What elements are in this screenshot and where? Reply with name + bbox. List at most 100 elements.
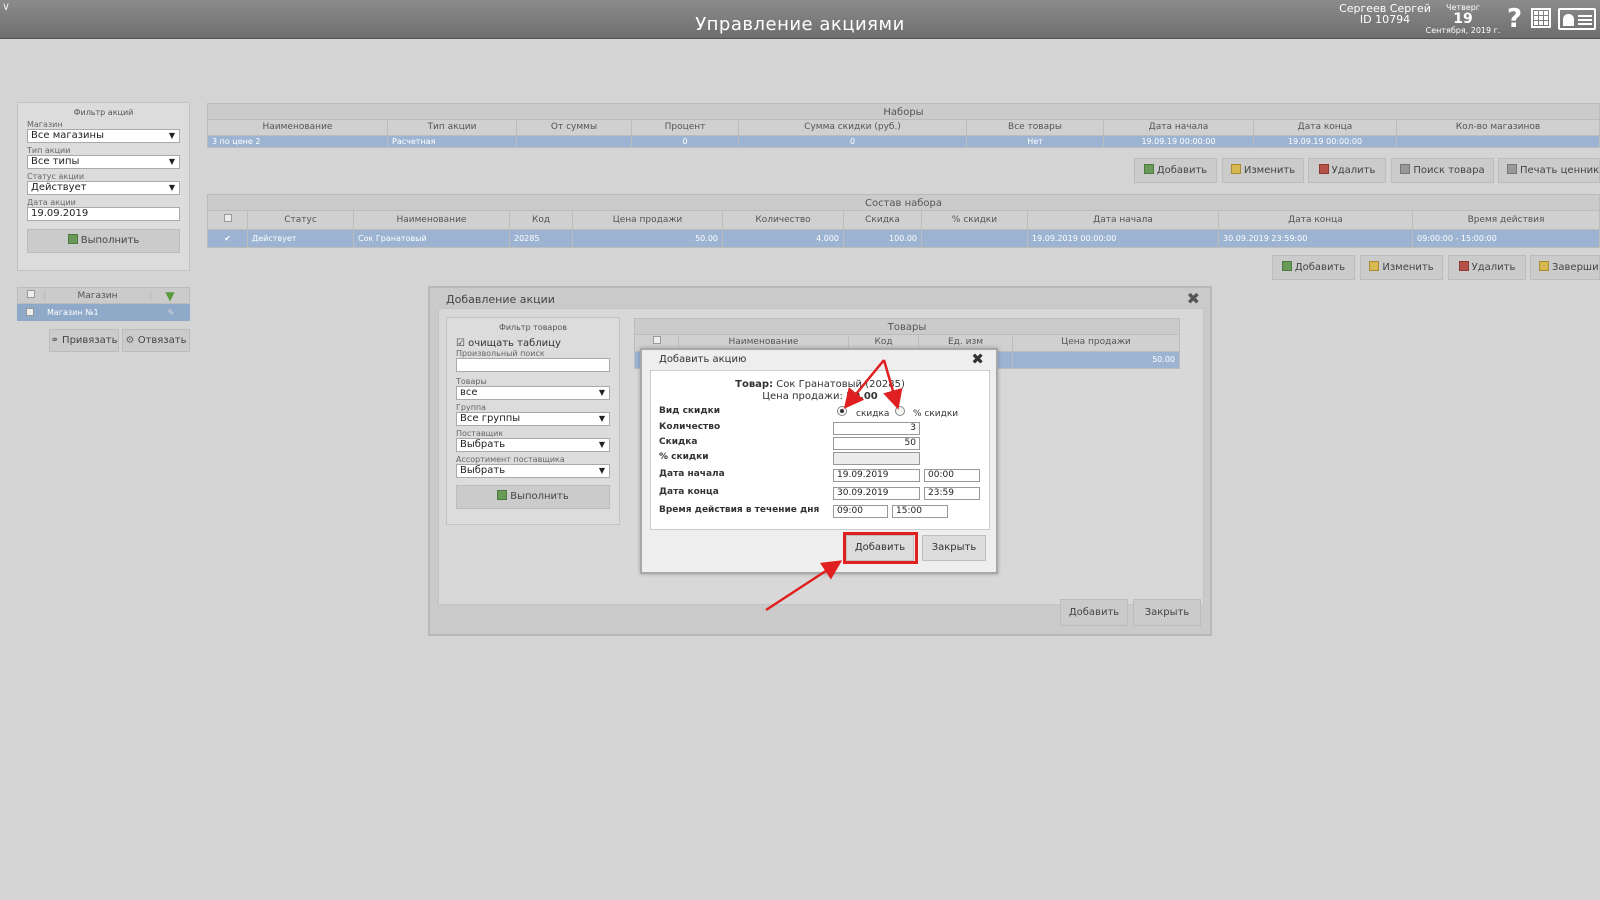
sets-col-start[interactable]: Дата начала	[1104, 120, 1254, 136]
store-select[interactable]: Все магазины ▼	[27, 129, 180, 143]
comp-col-code[interactable]: Код	[510, 211, 573, 230]
discount-percent-radio-label: % скидки	[913, 409, 959, 419]
sets-col-from-sum[interactable]: От суммы	[517, 120, 632, 136]
free-search-input[interactable]	[456, 358, 610, 372]
set-edit-button[interactable]: Изменить	[1222, 158, 1304, 183]
modal-close-button[interactable]: Закрыть	[922, 535, 986, 561]
print-price-tag-button[interactable]: Печать ценник	[1498, 158, 1600, 183]
goods-label: Товары	[456, 377, 487, 386]
modal-title: Добавить акцию	[659, 354, 747, 365]
find-product-button[interactable]: Поиск товара	[1391, 158, 1494, 183]
comp-col-status[interactable]: Статус	[248, 211, 354, 230]
add-promo-dialog-title: Добавление акции	[446, 293, 555, 306]
group-select[interactable]: Все группы ▼	[456, 412, 610, 426]
group-label: Группа	[456, 403, 487, 412]
dialog-close-button[interactable]: Закрыть	[1133, 599, 1201, 626]
comp-select-all-checkbox[interactable]	[223, 214, 232, 222]
discount-input[interactable]: 50	[833, 437, 920, 450]
comp-col-start[interactable]: Дата начала	[1028, 211, 1219, 230]
comp-finish-label: Заверши	[1552, 262, 1599, 273]
goods-col-price[interactable]: Цена продажи	[1013, 335, 1180, 352]
collapse-chevron-icon[interactable]: ∨	[2, 0, 10, 13]
sets-col-type[interactable]: Тип акции	[388, 120, 517, 136]
daytime-from-input[interactable]: 09:00	[833, 505, 888, 518]
clear-table-checkbox[interactable]: ☑	[456, 338, 465, 349]
comp-select-all-cell[interactable]	[208, 211, 248, 230]
quantity-input[interactable]: 3	[833, 422, 920, 435]
app-header: ∨ Управление акциями Сергеев Сергей ID 1…	[0, 0, 1600, 39]
end-date-input[interactable]: 30.09.2019	[833, 487, 920, 500]
sets-col-name[interactable]: Наименование	[208, 120, 388, 136]
comp-row-checkbox[interactable]: ✔	[208, 230, 248, 248]
start-date-input[interactable]: 19.09.2019	[833, 469, 920, 482]
comp-edit-button[interactable]: Изменить	[1360, 255, 1443, 280]
comp-col-quantity[interactable]: Количество	[723, 211, 844, 230]
product-info: Товар: Сок Гранатовый (20285)	[651, 379, 989, 390]
sets-row[interactable]: 3 по цене 2 Расчетная 0 0 Нет 19.09.19 0…	[207, 136, 1600, 148]
bind-store-button[interactable]: ⚭ Привязать	[49, 329, 119, 352]
sets-col-all-goods[interactable]: Все товары	[967, 120, 1104, 136]
set-add-button[interactable]: Добавить	[1134, 158, 1217, 183]
store-row[interactable]: Магазин №1 ✎	[17, 304, 190, 321]
help-icon[interactable]: ?	[1507, 5, 1522, 33]
search-icon	[1400, 164, 1411, 174]
clear-table-option[interactable]: ☑ очищать таблицу	[456, 338, 619, 349]
comp-col-name[interactable]: Наименование	[354, 211, 510, 230]
comp-quantity: 4.000	[723, 230, 844, 248]
daytime-to-input[interactable]: 15:00	[892, 505, 948, 518]
funnel-icon[interactable]: ▼	[151, 289, 189, 303]
store-row-checkbox-cell[interactable]	[17, 307, 43, 318]
goods-filter-title: Фильтр товаров	[498, 323, 568, 332]
end-time-input[interactable]: 23:59	[924, 487, 980, 500]
sets-col-discount-sum[interactable]: Сумма скидки (руб.)	[739, 120, 967, 136]
daytime-label: Время действия в течение дня	[659, 505, 820, 515]
unbind-store-button[interactable]: ⚙ Отвязать	[122, 329, 190, 352]
filter-title: Фильтр акций	[73, 108, 134, 117]
comp-col-percent[interactable]: % скидки	[922, 211, 1028, 230]
status-select[interactable]: Действует ▼	[27, 181, 180, 195]
goods-select[interactable]: все ▼	[456, 386, 610, 400]
store-column-header: Магазин	[44, 290, 151, 301]
comp-finish-button[interactable]: Заверши	[1530, 255, 1600, 280]
goods-price: 50.00	[1013, 352, 1180, 369]
comp-col-time[interactable]: Время действия	[1413, 211, 1600, 230]
composition-row[interactable]: ✔ Действует Сок Гранатовый 20285 50.00 4…	[207, 230, 1600, 248]
run-icon	[67, 234, 78, 244]
sets-col-stores[interactable]: Кол-во магазинов	[1397, 120, 1600, 136]
comp-col-discount[interactable]: Скидка	[844, 211, 922, 230]
sets-col-percent[interactable]: Процент	[632, 120, 739, 136]
close-icon[interactable]: ✖	[971, 350, 984, 368]
sets-col-end[interactable]: Дата конца	[1254, 120, 1397, 136]
composition-header-row: Статус Наименование Код Цена продажи Кол…	[207, 211, 1600, 230]
comp-add-button[interactable]: Добавить	[1272, 255, 1355, 280]
discount-percent-radio[interactable]	[895, 406, 905, 416]
menu-grid-icon[interactable]	[1531, 8, 1551, 28]
status-select-value: Действует	[31, 182, 87, 193]
type-select[interactable]: Все типы ▼	[27, 155, 180, 169]
start-time-input[interactable]: 00:00	[924, 469, 980, 482]
date-widget: Четверг 19 Сентября, 2019 г.	[1420, 3, 1506, 35]
comp-delete-button[interactable]: Удалить	[1448, 255, 1526, 280]
select-all-checkbox[interactable]	[27, 290, 35, 298]
assortment-select[interactable]: Выбрать ▼	[456, 464, 610, 478]
delete-icon	[1318, 164, 1329, 174]
set-all-goods: Нет	[967, 136, 1104, 148]
supplier-select[interactable]: Выбрать ▼	[456, 438, 610, 452]
select-all-cell[interactable]	[18, 290, 44, 301]
goods-select-all-checkbox[interactable]	[652, 336, 661, 344]
close-icon[interactable]: ✖	[1187, 289, 1200, 308]
comp-discount: 100.00	[844, 230, 922, 248]
bind-store-label: Привязать	[62, 335, 118, 346]
discount-amount-radio[interactable]	[837, 406, 847, 416]
run-filter-button[interactable]: Выполнить	[27, 229, 180, 253]
set-delete-button[interactable]: Удалить	[1308, 158, 1386, 183]
eraser-icon[interactable]: ✎	[152, 308, 190, 317]
dialog-add-button[interactable]: Добавить	[1060, 599, 1128, 626]
date-input[interactable]: 19.09.2019	[27, 207, 180, 221]
store-row-checkbox[interactable]	[26, 307, 34, 316]
comp-col-price[interactable]: Цена продажи	[573, 211, 723, 230]
percent-input[interactable]	[833, 452, 920, 465]
comp-col-end[interactable]: Дата конца	[1219, 211, 1413, 230]
goods-run-button[interactable]: Выполнить	[456, 485, 610, 509]
id-card-icon[interactable]	[1558, 8, 1596, 30]
